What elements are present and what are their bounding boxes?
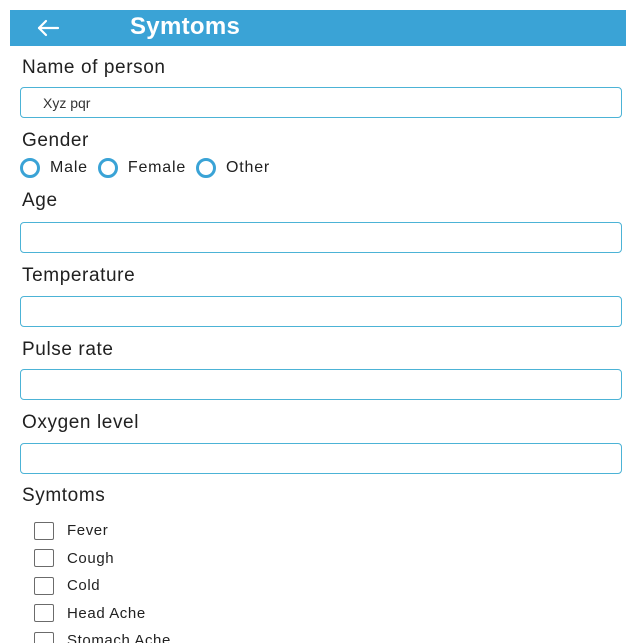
gender-option-label: Female [127,159,187,176]
checkbox-stomach-ache[interactable] [34,631,54,643]
pulse-rate-label: Pulse rate [22,339,114,360]
name-label: Name of person [22,57,166,78]
checkbox-fever[interactable] [34,521,54,540]
oxygen-level-label: Oxygen level [22,412,140,433]
checkbox-cough[interactable] [34,549,54,568]
symptoms-screen: Symtoms Name of person Gender Male Femal… [0,0,633,643]
symptom-fever[interactable]: Fever [34,517,171,545]
gender-option-female[interactable]: Female [97,158,187,178]
checkbox-head-ache[interactable] [34,604,54,623]
age-input[interactable] [20,222,622,253]
symptom-cough[interactable]: Cough [34,545,171,573]
radio-button-male[interactable] [20,158,40,178]
page-title: Symtoms [130,13,241,40]
symptom-cold[interactable]: Cold [34,572,171,600]
name-input[interactable] [20,87,622,118]
symptoms-label: Symtoms [22,485,106,506]
checkbox-cold[interactable] [34,576,54,595]
gender-radio-group: Male Female Other [20,156,280,180]
symptom-head-ache[interactable]: Head Ache [34,600,171,628]
symptom-label: Cold [67,577,101,595]
pulse-rate-input[interactable] [20,369,622,400]
gender-option-other[interactable]: Other [196,158,270,178]
symptom-label: Stomach Ache [67,632,171,643]
symptoms-checklist: Fever Cough Cold Head Ache Stomach Ache [34,517,171,643]
gender-option-label: Other [226,159,271,176]
gender-option-male[interactable]: Male [20,158,88,178]
gender-option-label: Male [50,159,88,176]
symptom-label: Fever [67,522,109,540]
app-bar: Symtoms [10,10,626,46]
radio-button-female[interactable] [97,158,118,178]
oxygen-level-input[interactable] [20,443,622,474]
radio-button-other[interactable] [196,158,217,178]
symptom-label: Head Ache [67,604,146,622]
symptom-stomach-ache[interactable]: Stomach Ache [34,627,171,643]
gender-label: Gender [22,130,89,151]
temperature-input[interactable] [20,296,622,327]
back-arrow-icon[interactable] [36,17,60,39]
symptom-label: Cough [67,549,115,567]
temperature-label: Temperature [22,265,136,286]
age-label: Age [22,190,58,211]
